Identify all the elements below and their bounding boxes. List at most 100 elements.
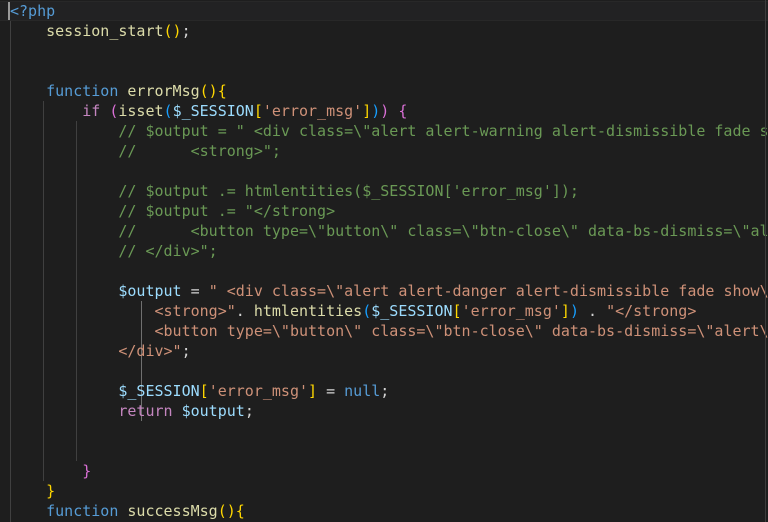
code-token: . xyxy=(235,302,254,320)
code-token: $output xyxy=(181,402,245,420)
code-line[interactable]: // <strong>"; xyxy=(0,141,768,161)
code-token: ) xyxy=(569,302,579,320)
code-token: " <div class=\"alert alert-danger alert-… xyxy=(208,282,768,300)
code-line[interactable] xyxy=(0,261,768,281)
code-token: ; xyxy=(380,382,390,400)
code-line[interactable]: // $output .= "</strong> xyxy=(0,201,768,221)
code-content[interactable]: <?php session_start(); function errorMsg… xyxy=(0,0,768,522)
code-token: ; xyxy=(181,342,191,360)
code-token: { xyxy=(398,102,408,120)
code-token: ( xyxy=(163,102,173,120)
code-token: ] xyxy=(308,382,318,400)
code-token: </div>" xyxy=(118,342,182,360)
code-token: // </div>"; xyxy=(118,242,218,260)
code-token: // <strong>"; xyxy=(118,142,281,160)
code-token: () xyxy=(217,502,236,520)
code-editor[interactable]: <?php session_start(); function errorMsg… xyxy=(0,0,768,522)
code-line[interactable]: session_start(); xyxy=(0,21,768,41)
code-token: $_SESSION xyxy=(118,382,200,400)
code-line[interactable]: // <button type=\"button\" class=\"btn-c… xyxy=(0,221,768,241)
code-line[interactable]: <strong>". htmlentities($_SESSION['error… xyxy=(0,301,768,321)
code-token: $output xyxy=(118,282,182,300)
code-token: // $output .= htmlentities($_SESSION['er… xyxy=(118,182,579,200)
code-line[interactable]: return $output; xyxy=(0,401,768,421)
code-token: if xyxy=(82,102,101,120)
code-token: } xyxy=(46,482,56,500)
code-line[interactable]: </div>"; xyxy=(0,341,768,361)
code-token: { xyxy=(217,82,227,100)
text-caret xyxy=(8,2,10,20)
code-line[interactable]: // $output .= htmlentities($_SESSION['er… xyxy=(0,181,768,201)
code-token: ) xyxy=(380,102,390,120)
overview-ruler-border xyxy=(765,0,766,522)
code-line[interactable] xyxy=(0,41,768,61)
code-token: [ xyxy=(199,382,209,400)
code-token: <button type=\"button\" class=\"btn-clos… xyxy=(154,322,768,340)
code-token: htmlentities xyxy=(253,302,363,320)
code-line[interactable]: <?php xyxy=(0,1,768,21)
code-token: return xyxy=(118,402,173,420)
code-line[interactable]: // $output = " <div class=\"alert alert-… xyxy=(0,121,768,141)
code-token: // $output = " <div class=\"alert alert-… xyxy=(118,122,768,140)
code-token: session_start xyxy=(46,22,164,40)
code-line[interactable]: $_SESSION['error_msg'] = null; xyxy=(0,381,768,401)
code-token: () xyxy=(163,22,182,40)
code-token: $_SESSION xyxy=(371,302,453,320)
code-line[interactable]: // </div>"; xyxy=(0,241,768,261)
code-token: // $output .= "</strong> xyxy=(118,202,336,220)
code-token: 'error_msg' xyxy=(208,382,309,400)
code-token: [ xyxy=(452,302,462,320)
code-line[interactable]: <button type=\"button\" class=\"btn-clos… xyxy=(0,321,768,341)
code-token: ; xyxy=(244,402,254,420)
code-line[interactable] xyxy=(0,161,768,181)
code-line[interactable]: } xyxy=(0,461,768,481)
code-line[interactable] xyxy=(0,441,768,461)
code-token: ( xyxy=(362,302,372,320)
code-line[interactable] xyxy=(0,61,768,81)
code-token: . xyxy=(578,302,607,320)
code-line[interactable]: if (isset($_SESSION['error_msg'])) { xyxy=(0,101,768,121)
code-token: ) xyxy=(371,102,381,120)
code-token: = xyxy=(317,382,345,400)
code-line[interactable]: function successMsg(){ xyxy=(0,501,768,521)
code-token: function xyxy=(46,502,119,520)
code-token: ] xyxy=(560,302,570,320)
code-token: // <button type=\"button\" class=\"btn-c… xyxy=(118,222,768,240)
code-token: isset xyxy=(118,102,164,120)
code-token: <strong>" xyxy=(154,302,236,320)
code-token: ; xyxy=(181,22,191,40)
code-token: "</strong> xyxy=(606,302,697,320)
code-token: } xyxy=(82,462,92,480)
code-token: errorMsg xyxy=(127,82,200,100)
code-line[interactable]: function errorMsg(){ xyxy=(0,81,768,101)
code-line[interactable]: $output = " <div class=\"alert alert-dan… xyxy=(0,281,768,301)
code-token: null xyxy=(344,382,381,400)
code-token: ] xyxy=(362,102,372,120)
code-line[interactable] xyxy=(0,361,768,381)
code-token: <?php xyxy=(10,2,56,20)
code-line[interactable]: } xyxy=(0,481,768,501)
code-line[interactable] xyxy=(0,421,768,441)
code-token: 'error_msg' xyxy=(461,302,561,320)
code-token: { xyxy=(235,502,245,520)
